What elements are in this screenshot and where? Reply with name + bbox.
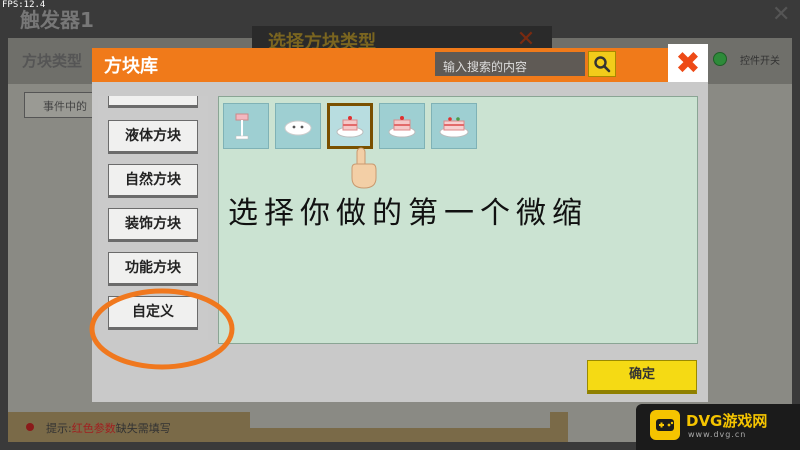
tutorial-caption: 选择你做的第一个微缩 bbox=[228, 196, 588, 231]
tip-suffix: 缺失需填写 bbox=[115, 422, 171, 435]
watermark-url: www.dvg.cn bbox=[688, 430, 747, 439]
warning-dot-icon bbox=[26, 423, 34, 431]
watermark-name: DVG游戏网 bbox=[686, 412, 768, 430]
dialog-title: 方块库 bbox=[104, 56, 158, 77]
cake-block-icon bbox=[388, 116, 416, 138]
category-custom[interactable]: 自定义 bbox=[108, 296, 198, 330]
category-nature[interactable]: 自然方块 bbox=[108, 164, 198, 198]
block-type-label: 方块类型 bbox=[22, 52, 83, 70]
search-icon bbox=[594, 56, 611, 73]
cloud-block-icon bbox=[284, 120, 312, 136]
background-close-icon[interactable]: ✕ bbox=[772, 2, 790, 27]
dialog-close-button[interactable]: ✖ bbox=[668, 44, 708, 84]
cake-block-icon bbox=[439, 117, 469, 138]
hand-pointer-icon bbox=[351, 147, 377, 189]
block-thumbnail[interactable] bbox=[275, 103, 321, 149]
close-icon: ✖ bbox=[675, 46, 701, 81]
tip-red-text: 红色参数 bbox=[71, 422, 116, 435]
category-list[interactable]: 液体方块 自然方块 装饰方块 功能方块 自定义 bbox=[98, 96, 208, 340]
gamepad-logo-icon bbox=[650, 410, 680, 440]
tip-prefix: 提示: bbox=[46, 422, 72, 435]
confirm-button[interactable]: 确定 bbox=[587, 360, 697, 394]
block-thumbnail[interactable] bbox=[431, 103, 477, 149]
cake-block-icon bbox=[336, 116, 364, 138]
block-thumbnail[interactable] bbox=[379, 103, 425, 149]
toggle-label: 控件开关 bbox=[740, 56, 780, 67]
search-placeholder: 输入搜索的内容 bbox=[443, 60, 528, 74]
select-window-body bbox=[250, 398, 550, 428]
category-function[interactable]: 功能方块 bbox=[108, 252, 198, 286]
category-liquid[interactable]: 液体方块 bbox=[108, 120, 198, 154]
category-partial-item[interactable] bbox=[108, 96, 198, 108]
search-button[interactable] bbox=[588, 51, 616, 77]
search-input[interactable]: 输入搜索的内容 bbox=[435, 52, 585, 76]
lamp-block-icon bbox=[235, 113, 249, 140]
background-window-title: 触发器1 bbox=[20, 8, 94, 32]
tip-text: 提示:红色参数缺失需填写 bbox=[46, 420, 171, 436]
block-thumbnail[interactable] bbox=[223, 103, 269, 149]
category-decoration[interactable]: 装饰方块 bbox=[108, 208, 198, 242]
block-thumbnail-selected[interactable] bbox=[327, 103, 373, 149]
toggle-indicator-icon[interactable] bbox=[713, 52, 727, 66]
